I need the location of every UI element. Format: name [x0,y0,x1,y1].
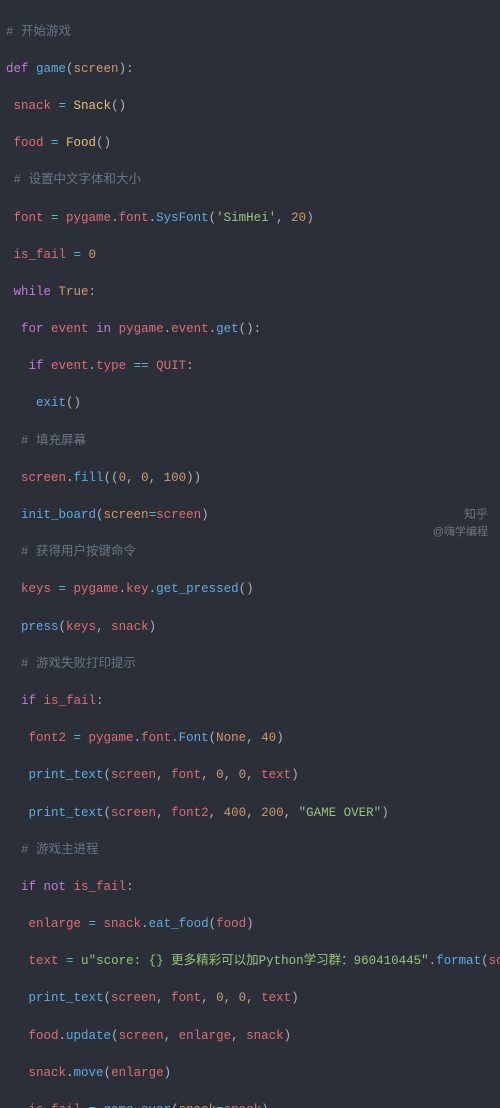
code-line: print_text(screen, font, 0, 0, text) [6,766,494,785]
code-line: font2 = pygame.font.Font(None, 40) [6,729,494,748]
code-line: if event.type == QUIT: [6,357,494,376]
watermark-line2: @嗨学编程 [433,523,488,542]
code-line: food = Food() [6,134,494,153]
code-line: def game(screen): [6,60,494,79]
code-line: # 填充屏幕 [6,432,494,451]
code-block: # 开始游戏 def game(screen): snack = Snack()… [0,0,500,1108]
code-line: snack.move(enlarge) [6,1064,494,1083]
code-line: while True: [6,283,494,302]
code-line: is_fail = 0 [6,246,494,265]
code-line: for event in pygame.event.get(): [6,320,494,339]
code-line: # 设置中文字体和大小 [6,171,494,190]
code-line: init_board(screen=screen) [6,506,494,525]
code-line: # 开始游戏 [6,23,494,42]
code-line: exit() [6,394,494,413]
code-line: if not is_fail: [6,878,494,897]
watermark-line1: 知乎 [433,505,488,524]
code-line: # 游戏主进程 [6,841,494,860]
code-line: print_text(screen, font, 0, 0, text) [6,989,494,1008]
code-line: keys = pygame.key.get_pressed() [6,580,494,599]
watermark: 知乎 @嗨学编程 [433,505,488,542]
code-line: # 游戏失败打印提示 [6,655,494,674]
code-line: # 获得用户按键命令 [6,543,494,562]
code-line: print_text(screen, font2, 400, 200, "GAM… [6,804,494,823]
code-line: enlarge = snack.eat_food(food) [6,915,494,934]
code-line: screen.fill((0, 0, 100)) [6,469,494,488]
code-line: snack = Snack() [6,97,494,116]
code-line: press(keys, snack) [6,618,494,637]
code-line: is_fail = game_over(snack=snack) [6,1101,494,1108]
code-line: text = u"score: {} 更多精彩可以加Python学习群：9604… [6,952,494,971]
code-line: if is_fail: [6,692,494,711]
code-line: food.update(screen, enlarge, snack) [6,1027,494,1046]
code-line: font = pygame.font.SysFont('SimHei', 20) [6,209,494,228]
